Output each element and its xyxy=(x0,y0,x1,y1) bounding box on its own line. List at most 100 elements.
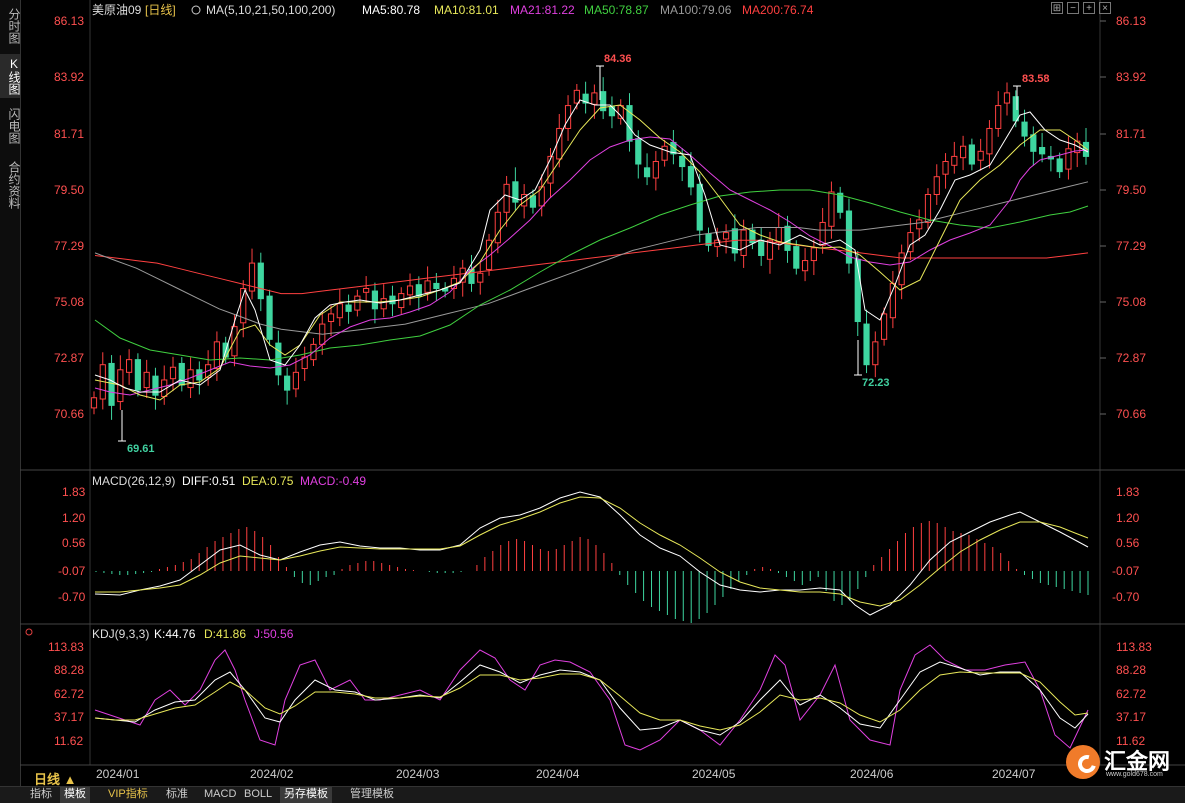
candle-body xyxy=(880,313,888,340)
macd-title: MACD(26,12,9) xyxy=(92,474,175,488)
close-icon[interactable]: × xyxy=(1099,2,1111,14)
tab-templates[interactable]: 模板 xyxy=(60,787,90,803)
candle-body xyxy=(108,362,115,406)
kdj-d-line xyxy=(94,671,1089,731)
x-label: 2024/02 xyxy=(250,767,294,781)
y-label: 1.83 xyxy=(1116,485,1140,499)
annotation-high-84: 84.36 xyxy=(604,53,632,65)
expand-icon[interactable]: ⊞ xyxy=(1051,2,1063,14)
settings-icon[interactable] xyxy=(191,5,201,15)
candle-body xyxy=(863,323,870,366)
logo-url: www.gold678.com xyxy=(1106,771,1163,778)
tab-save-template[interactable]: 另存模板 xyxy=(280,787,332,803)
candle-body xyxy=(1003,92,1011,104)
candle-body xyxy=(635,138,642,165)
zoom-in-icon[interactable]: + xyxy=(1083,2,1095,14)
ma-params: MA(5,10,21,50,100,200) xyxy=(206,3,335,17)
candle-body xyxy=(591,92,598,105)
window-controls: ⊞ − + × xyxy=(1051,2,1111,16)
candle-body xyxy=(924,194,932,223)
zoom-out-icon[interactable]: − xyxy=(1067,2,1079,14)
candle-body xyxy=(213,341,221,370)
ma200-value: MA200:76.74 xyxy=(742,3,814,17)
moving-averages xyxy=(94,99,1089,401)
y-label: 75.08 xyxy=(1116,295,1146,309)
kdj-title: KDJ(9,3,3) xyxy=(92,627,149,641)
tab-vip-indicators[interactable]: VIP指标 xyxy=(104,787,152,803)
candle-body xyxy=(380,298,387,310)
y-ticks-right xyxy=(1100,20,1106,415)
tab-standard[interactable]: 标准 xyxy=(162,787,192,803)
candle-body xyxy=(793,246,800,269)
y-label: 1.20 xyxy=(62,511,86,525)
candle-body xyxy=(916,219,923,230)
candle-body xyxy=(327,313,335,323)
logo-icon xyxy=(1066,745,1100,779)
y-axis-left-macd: 1.83 1.20 0.56 -0.07 -0.70 xyxy=(58,485,86,604)
x-label: 2024/06 xyxy=(850,767,894,781)
candle-body xyxy=(336,303,343,319)
candle-body xyxy=(951,155,958,166)
y-label: 37.17 xyxy=(54,710,84,724)
y-label: 77.29 xyxy=(1116,239,1146,253)
candle-body xyxy=(345,304,352,312)
y-label: 70.66 xyxy=(1116,407,1146,421)
candle-body xyxy=(126,359,133,373)
candle-body xyxy=(503,183,510,213)
candle-body xyxy=(424,280,431,293)
candle-body xyxy=(652,160,659,179)
macd-diff-line xyxy=(94,491,1089,616)
y-axis-right-main: 86.13 83.92 81.71 79.50 77.29 75.08 72.8… xyxy=(1116,14,1146,421)
annotation-high-83: 83.58 xyxy=(1022,73,1050,85)
candle-body xyxy=(389,295,396,305)
y-label: 1.83 xyxy=(62,485,86,499)
tab-intraday[interactable]: 分时图 xyxy=(0,4,21,48)
kdj-k-line xyxy=(94,661,1089,736)
candle-body xyxy=(468,268,475,284)
annotation-low-72: 72.23 xyxy=(862,377,890,389)
y-label: 1.20 xyxy=(1116,511,1140,525)
y-axis-right-macd: 1.83 1.20 0.56 -0.07 -0.70 xyxy=(1112,485,1140,604)
candle-body xyxy=(872,341,879,366)
candle-body xyxy=(354,295,361,311)
candle-body xyxy=(406,285,414,296)
candle-body xyxy=(169,366,177,380)
kdj-d: D:41.86 xyxy=(204,627,246,641)
y-axis-left-main: 86.13 83.92 81.71 79.50 77.29 75.08 72.8… xyxy=(54,14,84,421)
candle-body xyxy=(292,371,300,390)
candle-body xyxy=(661,145,668,161)
price-chart[interactable]: 美原油09 [日线] MA(5,10,21,50,100,200) MA5:80… xyxy=(20,0,1185,786)
candle-body xyxy=(529,195,537,208)
candle-body xyxy=(977,150,984,161)
y-label: 83.92 xyxy=(54,70,84,84)
tab-macd[interactable]: MACD xyxy=(200,787,240,803)
tab-contract-info[interactable]: 合约资料 xyxy=(0,156,21,214)
y-axis-right-kdj: 113.83 88.28 62.72 37.17 11.62 xyxy=(1116,640,1152,748)
tab-manage-templates[interactable]: 管理模板 xyxy=(346,787,398,803)
candle-body xyxy=(371,290,379,310)
macd-macd: MACD:-0.49 xyxy=(300,474,366,488)
candle-body xyxy=(995,105,1002,129)
x-label: 2024/03 xyxy=(396,767,440,781)
y-label: 11.62 xyxy=(54,734,83,748)
y-label: 72.87 xyxy=(54,351,84,365)
kdj-marker-icon[interactable] xyxy=(25,628,33,636)
tab-boll[interactable]: BOLL xyxy=(240,787,276,803)
tab-lightning[interactable]: 闪电图 xyxy=(0,104,21,148)
candle-body xyxy=(889,282,896,319)
candle-body xyxy=(1021,121,1028,137)
ma100-value: MA100:79.06 xyxy=(660,3,732,17)
y-label: 77.29 xyxy=(54,239,84,253)
tab-kline[interactable]: K线图 xyxy=(0,54,21,98)
candle-body xyxy=(828,191,835,227)
y-label: 72.87 xyxy=(1116,351,1146,365)
bottom-toolbar: 指标 模板 VIP指标 标准 MACD BOLL 另存模板 管理模板 xyxy=(0,786,1185,803)
macd-dea: DEA:0.75 xyxy=(242,474,294,488)
x-label: 2024/04 xyxy=(536,767,580,781)
y-label: 88.28 xyxy=(54,663,84,677)
kdj-j: J:50.56 xyxy=(254,627,294,641)
ma50-value: MA50:78.87 xyxy=(584,3,649,17)
y-label: 79.50 xyxy=(54,183,84,197)
candle-body xyxy=(942,160,949,175)
tab-indicators[interactable]: 指标 xyxy=(26,787,56,803)
